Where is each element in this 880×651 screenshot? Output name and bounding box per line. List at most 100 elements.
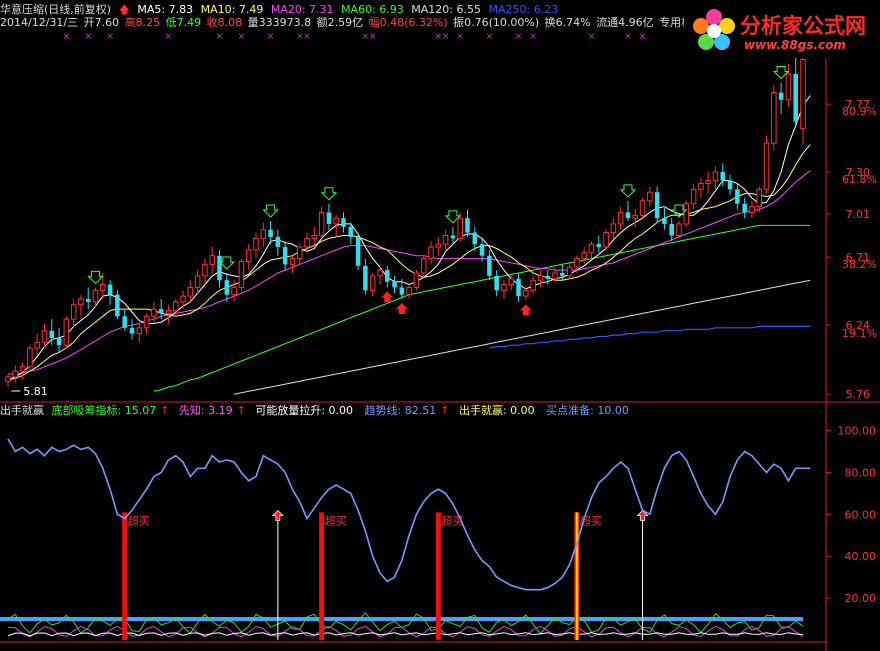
candle-body bbox=[217, 255, 222, 281]
candle bbox=[34, 333, 40, 356]
stock-chart[interactable]: 7.777.307.016.716.245.7680.9%61.8%38.2%1… bbox=[0, 0, 880, 651]
pct-tick-label: 19.1% bbox=[842, 327, 877, 340]
candle-body bbox=[202, 263, 208, 277]
indicator-tick-label: 100.00 bbox=[838, 425, 877, 438]
candle bbox=[639, 197, 646, 219]
top-mark: × bbox=[639, 32, 647, 42]
candle bbox=[581, 247, 587, 265]
buy-arrow-icon bbox=[519, 304, 532, 316]
candle bbox=[107, 280, 113, 305]
candle bbox=[187, 280, 194, 302]
candle bbox=[5, 374, 11, 388]
overbought-bar bbox=[122, 512, 128, 640]
candle-body bbox=[771, 92, 777, 144]
candle-body bbox=[406, 286, 412, 296]
candle-body bbox=[326, 212, 332, 224]
pct-tick-label: 80.9% bbox=[842, 105, 877, 118]
candle bbox=[610, 218, 617, 239]
buy-arrow-icon bbox=[395, 302, 408, 314]
flower-logo-icon bbox=[693, 9, 735, 50]
candle-body bbox=[377, 269, 383, 277]
candle-body bbox=[435, 243, 442, 248]
candle bbox=[516, 273, 521, 302]
candle bbox=[690, 183, 697, 210]
candle bbox=[749, 200, 755, 219]
brand-name: 分析家公式网 bbox=[740, 14, 866, 38]
candle-body bbox=[639, 200, 646, 216]
candle-body bbox=[92, 289, 99, 303]
top-mark: × bbox=[216, 32, 224, 42]
candle bbox=[70, 298, 77, 328]
candle bbox=[632, 209, 639, 227]
candle bbox=[413, 270, 420, 291]
low-price-label: 5.81 bbox=[23, 385, 48, 398]
brand-url: www.88gs.com bbox=[744, 38, 846, 52]
candle bbox=[508, 273, 515, 291]
candle bbox=[588, 241, 595, 259]
candle-body bbox=[566, 266, 573, 277]
candle bbox=[202, 258, 208, 285]
candle-body bbox=[690, 188, 697, 205]
candle bbox=[78, 294, 84, 317]
candle bbox=[530, 275, 536, 294]
candle-body bbox=[516, 278, 521, 297]
candle-body bbox=[363, 265, 368, 291]
candle-body bbox=[275, 236, 281, 248]
candle bbox=[385, 265, 390, 288]
candle-body bbox=[450, 235, 456, 239]
volume-surge-line bbox=[7, 632, 804, 637]
candle-body bbox=[574, 258, 580, 268]
overbought-label: 超买 bbox=[325, 513, 347, 527]
candle bbox=[19, 362, 26, 380]
candle bbox=[326, 203, 332, 230]
candle bbox=[771, 85, 777, 151]
candle-body bbox=[231, 286, 237, 296]
candle bbox=[122, 309, 127, 331]
indicator-tick-label: 20.00 bbox=[845, 592, 877, 605]
candle-body bbox=[420, 258, 427, 274]
indicator-tick-label: 80.00 bbox=[845, 466, 877, 479]
candle-body bbox=[720, 171, 726, 181]
top-mark: × bbox=[456, 32, 464, 42]
candle-body bbox=[12, 370, 19, 378]
candle bbox=[465, 209, 470, 237]
candle-body bbox=[56, 337, 62, 346]
candle bbox=[27, 345, 33, 372]
candle bbox=[282, 241, 288, 271]
indicator-tick-label: 40.00 bbox=[845, 550, 877, 563]
candle bbox=[712, 166, 719, 190]
candle-body bbox=[676, 223, 682, 236]
candle-body bbox=[49, 330, 55, 338]
candle-body bbox=[348, 226, 354, 237]
overbought-bar-highlight bbox=[575, 512, 578, 640]
candle-body bbox=[560, 273, 565, 276]
candle bbox=[617, 206, 624, 230]
top-mark: × bbox=[238, 32, 246, 42]
candle-body bbox=[34, 341, 40, 349]
candle-body bbox=[5, 376, 11, 382]
top-mark: × bbox=[369, 32, 377, 42]
candle bbox=[705, 171, 711, 194]
candle-body bbox=[238, 260, 245, 288]
candle bbox=[676, 221, 682, 239]
candle-body bbox=[107, 284, 113, 295]
candle-body bbox=[487, 255, 492, 276]
candle-body bbox=[172, 301, 179, 312]
candle bbox=[12, 365, 19, 383]
candle bbox=[537, 270, 544, 288]
candle-body bbox=[727, 180, 733, 190]
candle-body bbox=[778, 92, 784, 100]
sell-arrow-icon bbox=[619, 184, 637, 198]
candle bbox=[727, 174, 733, 196]
candle-body bbox=[617, 211, 624, 225]
candle bbox=[763, 135, 770, 194]
candle bbox=[341, 212, 346, 233]
candle bbox=[603, 229, 609, 250]
overbought-label: 超买 bbox=[128, 513, 150, 527]
candle-body bbox=[78, 298, 84, 306]
sell-arrow-icon bbox=[218, 256, 236, 270]
candle-body bbox=[85, 298, 91, 302]
top-mark: × bbox=[624, 32, 632, 42]
candle bbox=[115, 290, 120, 320]
candle bbox=[217, 249, 222, 288]
